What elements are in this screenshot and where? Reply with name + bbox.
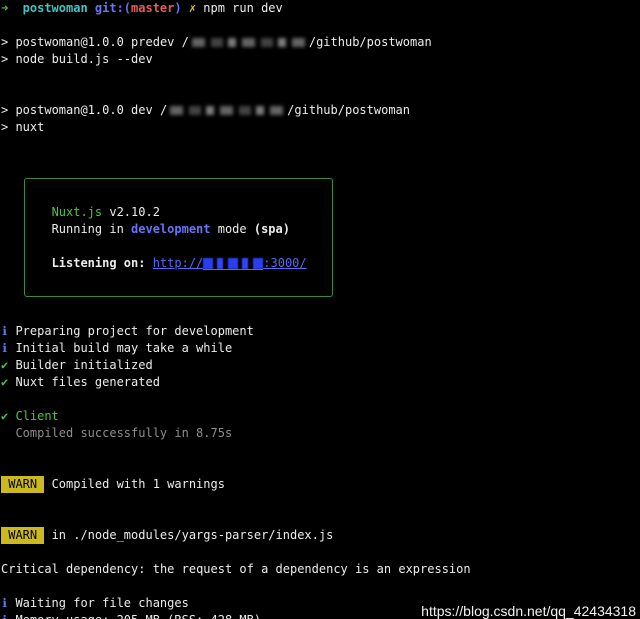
warning-message: Compiled with 1 warnings [51, 477, 225, 491]
redacted-path [167, 102, 287, 119]
log-line: ℹ Preparing project for development [0, 323, 640, 340]
shell-prompt-line: ➜ postwoman git:( master ) ✗ npm run dev [0, 0, 640, 17]
client-label: Client [15, 409, 59, 423]
log-line: ✔ Builder initialized [0, 357, 640, 374]
git-label: git:( [94, 1, 132, 15]
warn-badge: WARN [1, 527, 45, 544]
redacted-host[interactable] [203, 255, 264, 272]
check-icon: ✔ [1, 358, 9, 372]
script-header-prefix: > postwoman@1.0.0 predev / [1, 35, 189, 49]
log-message: Memory usage: 205 MB (RSS: 428 MB) [15, 612, 261, 619]
log-line: ✔ Nuxt files generated [0, 374, 640, 391]
warning-line: WARN in ./node_modules/yargs-parser/inde… [0, 527, 640, 544]
check-icon: ✔ [1, 409, 9, 423]
log-message: Initial build may take a while [15, 341, 233, 355]
arrow-right-icon: ➜ [1, 1, 9, 15]
info-icon: ℹ [2, 324, 7, 338]
npm-script-command: > node build.js --dev [0, 51, 640, 68]
script-header-prefix: > postwoman@1.0.0 dev / [1, 103, 168, 117]
npm-script-header: > postwoman@1.0.0 dev / /github/postwoma… [0, 102, 640, 119]
prompt-directory: postwoman [22, 1, 88, 15]
log-line: ℹ Initial build may take a while [0, 340, 640, 357]
check-icon: ✔ [1, 375, 9, 389]
ballot-x-icon: ✗ [188, 1, 197, 15]
log-message: Nuxt files generated [15, 375, 160, 389]
script-header-suffix: /github/postwoman [308, 35, 432, 49]
client-status-line: ✔ Client [0, 408, 640, 425]
git-branch: master [131, 1, 175, 15]
info-icon: ℹ [1, 612, 8, 619]
warning-line: WARN Compiled with 1 warnings [0, 476, 640, 493]
script-command: > node build.js --dev [1, 52, 153, 66]
git-label-close: ) [174, 1, 182, 15]
client-compile-line: Compiled successfully in 8.75s [0, 425, 640, 442]
critical-dependency-line: Critical dependency: the request of a de… [0, 561, 640, 578]
info-icon: ℹ [2, 341, 7, 355]
npm-script-command: > nuxt [0, 119, 640, 136]
watermark: https://blog.csdn.net/qq_42434318 [421, 603, 636, 619]
warning-message: in ./node_modules/yargs-parser/index.js [51, 528, 334, 542]
warn-badge: WARN [1, 476, 45, 493]
terminal-window[interactable]: ➜ postwoman git:( master ) ✗ npm run dev… [0, 0, 640, 619]
typed-command: npm run dev [203, 1, 283, 15]
log-message: Preparing project for development [15, 324, 254, 338]
redacted-path [189, 34, 309, 51]
info-icon: ℹ [2, 596, 7, 610]
script-command: > nuxt [1, 120, 45, 134]
nuxt-banner-box [24, 178, 333, 297]
client-compile-status: Compiled successfully in 8.75s [15, 426, 233, 440]
log-message: Waiting for file changes [15, 596, 189, 610]
script-header-suffix: /github/postwoman [287, 103, 410, 117]
npm-script-header: > postwoman@1.0.0 predev / /github/postw… [0, 34, 640, 51]
log-message: Builder initialized [15, 358, 153, 372]
critical-dependency-message: Critical dependency: the request of a de… [1, 562, 471, 576]
